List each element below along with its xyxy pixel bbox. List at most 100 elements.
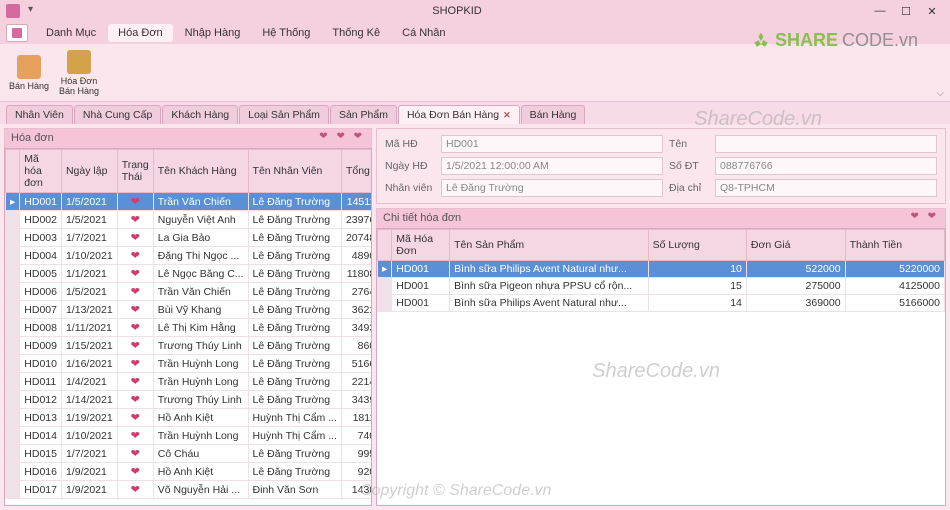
table-row[interactable]: ▸ HD0011/5/2021 ❤ Trần Văn ChiếnLê Đăng …: [6, 193, 373, 211]
cart-icon: [17, 55, 41, 79]
input-mahd[interactable]: [441, 135, 663, 153]
heart-icon: ❤: [131, 250, 140, 262]
table-row[interactable]: HD0141/10/2021 ❤ Trần Huỳnh LongHuỳnh Th…: [6, 427, 373, 445]
tab-nha-cung-cap[interactable]: Nhà Cung Cấp: [74, 105, 161, 124]
table-row[interactable]: ▸ HD001Bình sữa Philips Avent Natural nh…: [378, 261, 945, 278]
document-tabs: Nhân Viên Nhà Cung Cấp Khách Hàng Loại S…: [0, 102, 950, 124]
menu-item[interactable]: Cá Nhân: [392, 24, 455, 42]
invoice-form: Mã HĐ Tên Ngày HĐ Số ĐT Nhân viên Địa ch…: [376, 128, 946, 204]
invoice-list-pane: Hóa đơn ❤ ❤ ❤ Mã hóa đơn Ngày lập Trạng …: [4, 128, 372, 506]
heart-icon: ❤: [131, 358, 140, 370]
tool-label: Bán Hàng: [9, 81, 49, 91]
col-header[interactable]: Mã hóa đơn: [20, 150, 62, 193]
invoice-icon: [67, 50, 91, 74]
ribbon-collapse-icon[interactable]: ⌵: [936, 88, 944, 99]
table-row[interactable]: HD0031/7/2021 ❤ La Gia BảoLê Đăng Trường…: [6, 229, 373, 247]
panel-title: Hóa đơn: [11, 132, 54, 144]
heart-icon: ❤: [131, 448, 140, 460]
tool-ban-hang[interactable]: Bán Hàng: [6, 49, 52, 97]
table-row[interactable]: HD0101/16/2021 ❤ Trần Huỳnh LongLê Đăng …: [6, 355, 373, 373]
tab-ban-hang[interactable]: Bán Hàng: [521, 105, 586, 124]
table-row[interactable]: HD0091/15/2021 ❤ Trương Thúy LinhLê Đăng…: [6, 337, 373, 355]
detail-pane: Mã HĐ Tên Ngày HĐ Số ĐT Nhân viên Địa ch…: [376, 128, 946, 506]
menu-item[interactable]: Thống Kê: [322, 24, 390, 42]
maximize-button[interactable]: ☐: [894, 3, 918, 19]
col-header[interactable]: Trạng Thái: [117, 150, 153, 193]
table-row[interactable]: HD0051/1/2021 ❤ Lê Ngọc Băng C...Lê Đăng…: [6, 265, 373, 283]
tab-loai-san-pham[interactable]: Loại Sản Phẩm: [239, 105, 329, 124]
col-header[interactable]: Số Lượng: [648, 230, 746, 261]
table-row[interactable]: HD0171/9/2021 ❤ Võ Nguyễn Hải ...Đinh Vă…: [6, 481, 373, 499]
invoice-grid[interactable]: Mã hóa đơn Ngày lập Trạng Thái Tên Khách…: [4, 148, 372, 506]
table-row[interactable]: HD001Bình sữa Pigeon nhựa PPSU cổ rộn...…: [378, 278, 945, 295]
tool-label: Hóa Đơn Bán Hàng: [56, 76, 102, 96]
heart-icon: ❤: [131, 286, 140, 298]
col-header[interactable]: Tổng Tiền: [341, 150, 372, 193]
table-row[interactable]: HD0151/7/2021 ❤ Cô CháuLê Đăng Trường995…: [6, 445, 373, 463]
tab-khach-hang[interactable]: Khách Hàng: [162, 105, 238, 124]
heart-icon: ❤: [131, 484, 140, 496]
col-header[interactable]: Đơn Giá: [746, 230, 845, 261]
col-header[interactable]: Tên Nhân Viên: [248, 150, 341, 193]
tab-nhan-vien[interactable]: Nhân Viên: [6, 105, 73, 124]
menu-item[interactable]: Hóa Đơn: [108, 24, 173, 42]
col-header[interactable]: Ngày lập: [61, 150, 117, 193]
label-mahd: Mã HĐ: [385, 138, 435, 150]
tab-san-pham[interactable]: Sản Phẩm: [330, 105, 397, 124]
heart-icon: ❤: [131, 412, 140, 424]
menu-item[interactable]: Nhập Hàng: [175, 24, 251, 42]
table-row[interactable]: HD0061/5/2021 ❤ Trần Văn ChiếnLê Đăng Tr…: [6, 283, 373, 301]
window-title: SHOPKID: [46, 5, 868, 17]
label-sodt: Số ĐT: [669, 160, 709, 172]
input-nv[interactable]: [441, 179, 663, 197]
heart-icon: ❤: [131, 214, 140, 226]
close-button[interactable]: ✕: [920, 3, 944, 19]
col-header[interactable]: Thành Tiền: [845, 230, 944, 261]
label-diachi: Địa chỉ: [669, 182, 709, 194]
col-header[interactable]: Mã Hóa Đơn: [392, 230, 450, 261]
workspace: Hóa đơn ❤ ❤ ❤ Mã hóa đơn Ngày lập Trạng …: [0, 124, 950, 510]
app-icon: [6, 4, 20, 18]
label-ten: Tên: [669, 138, 709, 150]
heart-icon: ❤: [131, 322, 140, 334]
label-nv: Nhân viên: [385, 182, 435, 194]
minimize-button[interactable]: —: [868, 3, 892, 19]
tab-hoa-don-ban-hang[interactable]: Hóa Đơn Bán Hàng✕: [398, 105, 520, 124]
ribbon: Bán Hàng Hóa Đơn Bán Hàng ⌵: [0, 44, 950, 102]
input-diachi[interactable]: [715, 179, 937, 197]
detail-grid[interactable]: Mã Hóa Đơn Tên Sản Phẩm Số Lượng Đơn Giá…: [376, 228, 946, 506]
tool-hoa-don-ban-hang[interactable]: Hóa Đơn Bán Hàng: [56, 49, 102, 97]
table-row[interactable]: HD0161/9/2021 ❤ Hồ Anh KiệtLê Đăng Trườn…: [6, 463, 373, 481]
file-menu-icon[interactable]: [6, 24, 28, 42]
heart-icon: ❤: [131, 394, 140, 406]
input-ngayhd[interactable]: [441, 157, 663, 175]
table-row[interactable]: HD0081/11/2021 ❤ Lê Thị Kim HằngLê Đăng …: [6, 319, 373, 337]
titlebar: ▾ SHOPKID — ☐ ✕: [0, 0, 950, 22]
col-header[interactable]: Tên Khách Hàng: [153, 150, 248, 193]
heart-icon: ❤: [131, 232, 140, 244]
table-row[interactable]: HD0121/14/2021 ❤ Trương Thúy LinhLê Đăng…: [6, 391, 373, 409]
heart-icon: ❤: [131, 466, 140, 478]
table-row[interactable]: HD0041/10/2021 ❤ Đặng Thị Ngọc ...Lê Đăn…: [6, 247, 373, 265]
dropdown-qat-icon[interactable]: ▾: [28, 4, 46, 18]
heart-decor-icon: ❤ ❤ ❤: [319, 131, 365, 142]
panel-header: Hóa đơn ❤ ❤ ❤: [4, 128, 372, 148]
input-sodt[interactable]: [715, 157, 937, 175]
panel-header: Chi tiết hóa đơn ❤ ❤: [376, 208, 946, 228]
table-row[interactable]: HD0021/5/2021 ❤ Nguyễn Việt AnhLê Đăng T…: [6, 211, 373, 229]
close-icon[interactable]: ✕: [503, 110, 511, 121]
table-row[interactable]: HD001Bình sữa Philips Avent Natural như.…: [378, 295, 945, 312]
table-row[interactable]: HD0131/19/2021 ❤ Hồ Anh KiệtHuỳnh Thị Cẩ…: [6, 409, 373, 427]
input-ten[interactable]: [715, 135, 937, 153]
menubar: Danh Mục Hóa Đơn Nhập Hàng Hệ Thống Thốn…: [0, 22, 950, 44]
menu-item[interactable]: Danh Mục: [36, 24, 106, 42]
panel-title: Chi tiết hóa đơn: [383, 212, 461, 224]
menu-item[interactable]: Hệ Thống: [252, 24, 320, 42]
label-ngayhd: Ngày HĐ: [385, 160, 435, 172]
heart-icon: ❤: [131, 268, 140, 280]
col-header[interactable]: Tên Sản Phẩm: [450, 230, 648, 261]
heart-icon: ❤: [131, 430, 140, 442]
heart-icon: ❤: [131, 340, 140, 352]
table-row[interactable]: HD0111/4/2021 ❤ Trần Huỳnh LongLê Đăng T…: [6, 373, 373, 391]
table-row[interactable]: HD0071/13/2021 ❤ Bùi Vỹ KhangLê Đăng Trư…: [6, 301, 373, 319]
